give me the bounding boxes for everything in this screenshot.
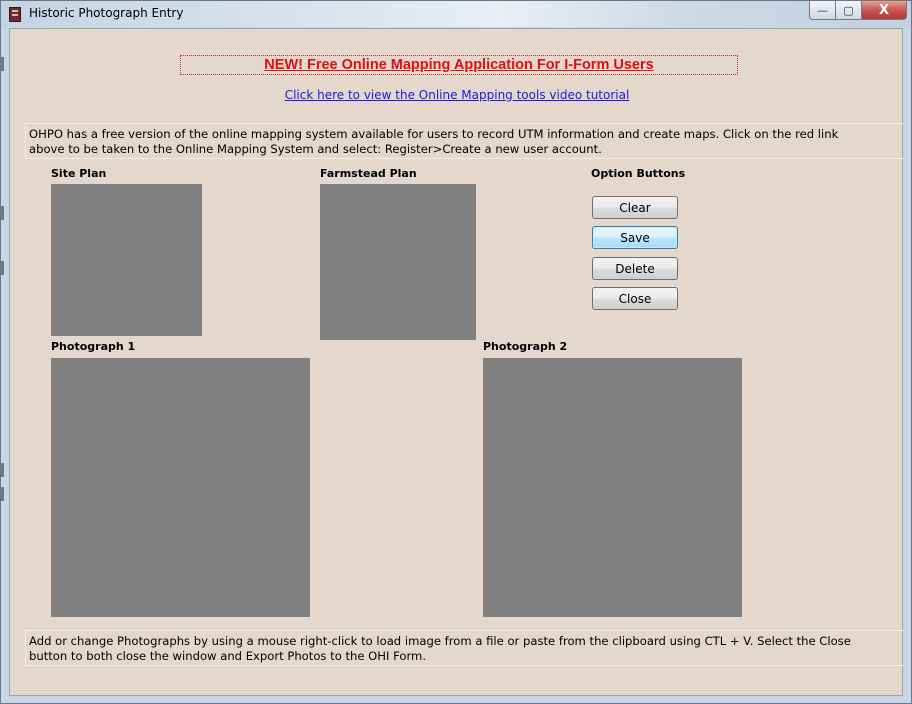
close-window-button[interactable]: X bbox=[862, 1, 907, 20]
app-icon bbox=[9, 7, 21, 22]
resize-handle bbox=[1, 206, 4, 220]
save-button[interactable]: Save bbox=[592, 226, 678, 249]
resize-handle bbox=[1, 57, 4, 71]
info-top-line2: above to be taken to the Online Mapping … bbox=[29, 142, 602, 156]
site-plan-image[interactable] bbox=[51, 184, 202, 336]
photograph-2-label: Photograph 2 bbox=[483, 340, 568, 353]
info-bottom-line1: Add or change Photographs by using a mou… bbox=[29, 634, 851, 648]
caption-buttons: — ▢ X bbox=[809, 1, 907, 21]
mapping-app-link[interactable]: NEW! Free Online Mapping Application For… bbox=[264, 57, 653, 73]
window-title: Historic Photograph Entry bbox=[29, 6, 184, 20]
info-text-top: OHPO has a free version of the online ma… bbox=[25, 123, 904, 159]
headline-link-box[interactable]: NEW! Free Online Mapping Application For… bbox=[180, 55, 738, 75]
clear-button[interactable]: Clear bbox=[592, 196, 678, 219]
minimize-icon: — bbox=[817, 3, 828, 17]
resize-handle bbox=[1, 463, 4, 477]
close-button[interactable]: Close bbox=[592, 287, 678, 310]
form-client-area: NEW! Free Online Mapping Application For… bbox=[9, 28, 904, 696]
close-icon: X bbox=[878, 2, 890, 18]
info-top-line1: OHPO has a free version of the online ma… bbox=[29, 127, 839, 141]
info-bottom-line2: button to both close the window and Expo… bbox=[29, 649, 427, 663]
photograph-1-image[interactable] bbox=[51, 358, 310, 617]
delete-button[interactable]: Delete bbox=[592, 257, 678, 280]
photograph-1-label: Photograph 1 bbox=[51, 340, 136, 353]
option-buttons-label: Option Buttons bbox=[591, 167, 686, 180]
maximize-icon: ▢ bbox=[843, 3, 854, 17]
site-plan-label: Site Plan bbox=[51, 167, 107, 180]
resize-handle bbox=[1, 487, 4, 501]
farmstead-plan-label: Farmstead Plan bbox=[320, 167, 417, 180]
maximize-button[interactable]: ▢ bbox=[836, 1, 862, 20]
app-window: Historic Photograph Entry — ▢ X NEW! Fre… bbox=[0, 0, 912, 704]
video-tutorial-link[interactable]: Click here to view the Online Mapping to… bbox=[10, 88, 904, 102]
resize-handle bbox=[1, 261, 4, 275]
farmstead-plan-image[interactable] bbox=[320, 184, 476, 340]
info-text-bottom: Add or change Photographs by using a mou… bbox=[25, 630, 904, 666]
minimize-button[interactable]: — bbox=[809, 1, 836, 20]
title-bar[interactable]: Historic Photograph Entry — ▢ X bbox=[1, 1, 911, 27]
photograph-2-image[interactable] bbox=[483, 358, 742, 617]
